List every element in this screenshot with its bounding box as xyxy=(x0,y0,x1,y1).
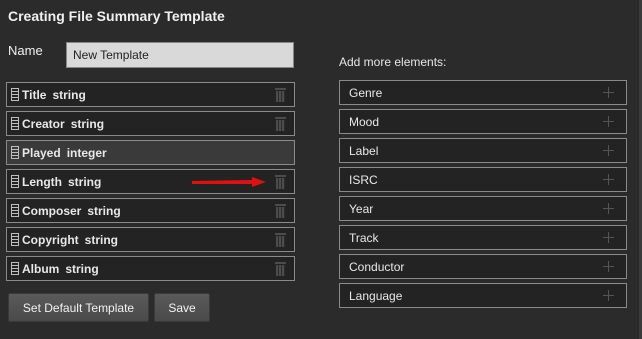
field-type: string xyxy=(70,116,105,131)
red-arrow-icon xyxy=(192,177,266,187)
element-label: Track xyxy=(349,230,379,245)
field-name: Title xyxy=(22,87,47,102)
element-label: Language xyxy=(349,288,403,303)
drag-handle-icon[interactable] xyxy=(11,233,19,246)
page-title: Creating File Summary Template xyxy=(8,8,225,24)
field-row-title[interactable]: Title string xyxy=(6,82,295,107)
trash-icon[interactable] xyxy=(275,88,286,102)
plus-icon[interactable] xyxy=(603,261,614,272)
save-button[interactable]: Save xyxy=(154,293,210,322)
field-name: Composer xyxy=(22,203,82,218)
plus-icon[interactable] xyxy=(603,203,614,214)
element-genre[interactable]: Genre xyxy=(339,80,627,105)
field-name: Copyright xyxy=(22,232,79,247)
trash-icon[interactable] xyxy=(275,262,286,276)
plus-icon[interactable] xyxy=(603,87,614,98)
element-label: Genre xyxy=(349,85,383,100)
field-row-copyright[interactable]: Copyright string xyxy=(6,227,295,252)
field-type: string xyxy=(68,174,102,189)
element-label: Conductor xyxy=(349,259,405,274)
field-type: string xyxy=(84,232,119,247)
drag-handle-icon[interactable] xyxy=(11,88,19,101)
element-label: Mood xyxy=(349,114,380,129)
field-row-creator[interactable]: Creator string xyxy=(6,111,295,136)
field-row-album[interactable]: Album string xyxy=(6,256,295,281)
set-default-template-button[interactable]: Set Default Template xyxy=(8,293,149,322)
plus-icon[interactable] xyxy=(603,290,614,301)
name-label: Name xyxy=(8,43,43,58)
add-more-elements-label: Add more elements: xyxy=(339,55,447,69)
field-name: Length xyxy=(22,174,62,189)
plus-icon[interactable] xyxy=(603,145,614,156)
element-year[interactable]: Year xyxy=(339,196,627,221)
element-language[interactable]: Language xyxy=(339,283,627,308)
element-label: Label xyxy=(349,143,379,158)
field-type: string xyxy=(65,261,99,276)
field-name: Album xyxy=(22,261,60,276)
plus-icon[interactable] xyxy=(603,174,614,185)
element-label: ISRC xyxy=(349,172,378,187)
drag-handle-icon[interactable] xyxy=(11,262,19,275)
drag-handle-icon[interactable] xyxy=(11,204,19,217)
drag-handle-icon[interactable] xyxy=(11,175,19,188)
trash-icon[interactable] xyxy=(275,233,286,247)
element-mood[interactable]: Mood xyxy=(339,109,627,134)
field-name: Creator xyxy=(22,116,65,131)
drag-handle-icon[interactable] xyxy=(11,146,19,159)
element-label-item[interactable]: Label xyxy=(339,138,627,163)
field-row-played[interactable]: Played integer xyxy=(6,140,295,165)
trash-icon[interactable] xyxy=(275,117,286,131)
field-type: string xyxy=(87,203,121,218)
field-name: Played xyxy=(22,145,61,160)
trash-icon[interactable] xyxy=(275,175,286,189)
element-label: Year xyxy=(349,201,374,216)
element-track[interactable]: Track xyxy=(339,225,627,250)
trash-icon[interactable] xyxy=(275,204,286,218)
element-isrc[interactable]: ISRC xyxy=(339,167,627,192)
template-name-input[interactable] xyxy=(66,42,294,68)
field-row-composer[interactable]: Composer string xyxy=(6,198,295,223)
field-type: integer xyxy=(66,145,107,160)
plus-icon[interactable] xyxy=(603,232,614,243)
element-conductor[interactable]: Conductor xyxy=(339,254,627,279)
drag-handle-icon[interactable] xyxy=(11,117,19,130)
plus-icon[interactable] xyxy=(603,116,614,127)
field-type: string xyxy=(52,87,86,102)
